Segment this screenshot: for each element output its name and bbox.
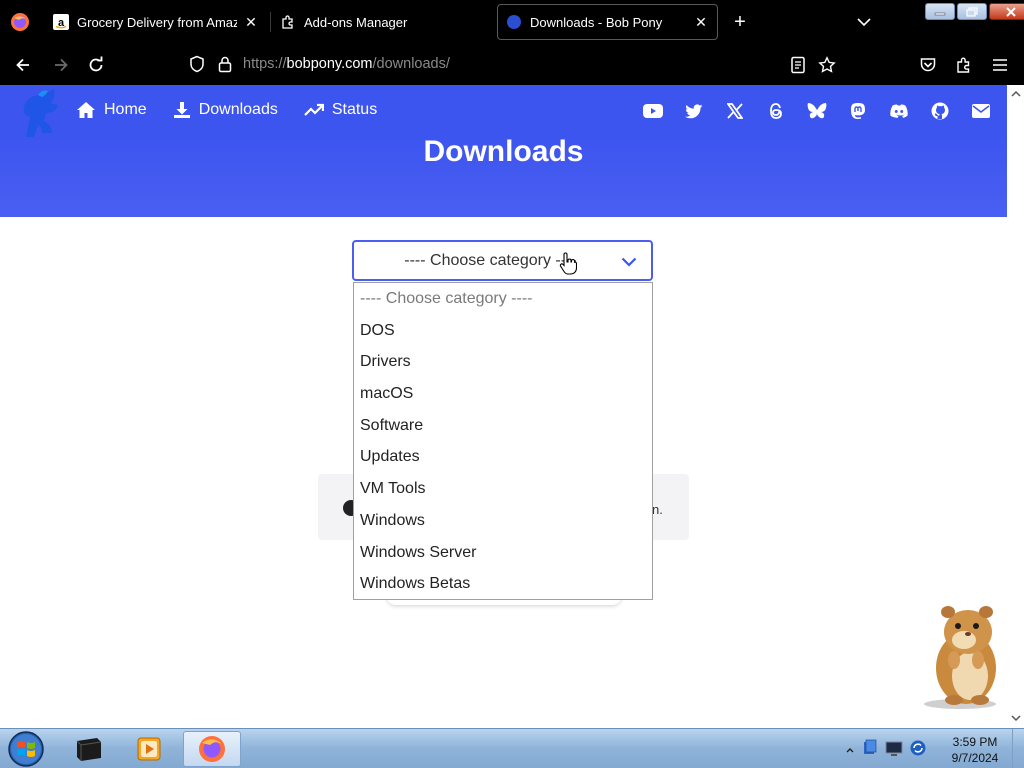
url-bar[interactable]: https://bobpony.com/downloads/ [180, 48, 780, 80]
tray-expand-icon[interactable] [845, 742, 855, 760]
taskbar-media-player-app[interactable] [120, 731, 178, 767]
tab-addons-manager[interactable]: Add-ons Manager [272, 4, 472, 40]
dropdown-option[interactable]: Updates [354, 441, 652, 473]
amazon-icon: a [53, 14, 69, 30]
youtube-icon[interactable] [643, 101, 663, 121]
display-icon[interactable] [885, 739, 903, 762]
restore-button[interactable] [957, 3, 987, 20]
back-arrow-icon[interactable] [12, 54, 34, 76]
url-text: https://bobpony.com/downloads/ [243, 56, 450, 72]
navigation-toolbar: https://bobpony.com/downloads/ [0, 44, 1024, 85]
nav-label: Home [104, 101, 147, 118]
dropdown-option[interactable]: Windows Betas [354, 568, 652, 600]
site-nav: Home Downloads Status [76, 101, 377, 119]
category-select[interactable]: ---- Choose category ---- [352, 240, 653, 281]
taskbar-firefox-app[interactable] [183, 731, 241, 767]
nav-status-link[interactable]: Status [304, 101, 377, 119]
mastodon-icon[interactable] [848, 101, 868, 121]
start-button[interactable] [6, 731, 46, 767]
twitter-icon[interactable] [684, 101, 704, 121]
dropdown-option[interactable]: Windows [354, 505, 652, 537]
download-icon [173, 102, 190, 118]
hamburger-menu-icon[interactable] [989, 54, 1011, 76]
windows-taskbar: 3:59 PM 9/7/2024 [0, 728, 1024, 768]
url-path: /downloads/ [372, 56, 450, 72]
firefox-icon [199, 736, 225, 762]
bobpony-icon [506, 14, 522, 30]
hand-cursor-icon [559, 252, 578, 281]
sync-icon[interactable] [909, 739, 927, 762]
select-value: ---- Choose category ---- [404, 251, 577, 269]
pocket-icon[interactable] [917, 54, 939, 76]
bookmark-star-icon[interactable] [816, 54, 838, 76]
social-links [643, 101, 991, 121]
x-icon[interactable] [725, 101, 745, 121]
dropdown-option[interactable]: Drivers [354, 346, 652, 378]
network-icon[interactable] [861, 739, 879, 762]
discord-icon[interactable] [889, 101, 909, 121]
close-window-button[interactable] [989, 3, 1024, 20]
dropdown-option[interactable]: Software [354, 410, 652, 442]
close-tab-icon[interactable]: ✕ [693, 14, 709, 30]
nav-label: Downloads [198, 101, 278, 118]
lock-icon[interactable] [214, 53, 236, 75]
system-tray [845, 739, 927, 762]
bluesky-icon[interactable] [807, 101, 827, 121]
page-scrollbar[interactable] [1007, 85, 1024, 728]
github-icon[interactable] [930, 101, 950, 121]
reader-view-icon[interactable] [787, 54, 809, 76]
tab-downloads-bobpony[interactable]: Downloads - Bob Pony ✕ [497, 4, 718, 40]
page-title: Downloads [423, 135, 584, 168]
shield-icon[interactable] [186, 53, 208, 75]
tab-amazon[interactable]: a Grocery Delivery from Amazon ✕ [45, 4, 267, 40]
scroll-down-icon[interactable] [1011, 713, 1021, 723]
chevron-down-icon [621, 254, 637, 272]
site-header: Home Downloads Status Downloads [0, 85, 1007, 217]
tab-title: Downloads - Bob Pony [530, 14, 663, 30]
dropdown-option[interactable]: Windows Server [354, 537, 652, 569]
hamster-mascot [918, 602, 1008, 710]
new-tab-button[interactable]: + [728, 10, 752, 34]
puzzle-icon [280, 14, 296, 30]
firefox-menu-icon[interactable] [10, 12, 30, 32]
dropdown-option[interactable]: ---- Choose category ---- [354, 283, 652, 315]
nav-label: Status [331, 101, 378, 118]
nav-downloads-link[interactable]: Downloads [173, 101, 278, 119]
dropdown-option[interactable]: VM Tools [354, 473, 652, 505]
tab-separator [270, 12, 271, 32]
category-dropdown-list: ---- Choose category ---- DOS Drivers ma… [353, 282, 653, 600]
dropdown-option[interactable]: DOS [354, 315, 652, 347]
scroll-up-icon[interactable] [1011, 89, 1021, 99]
media-player-icon [137, 737, 161, 761]
url-scheme: https:// [243, 56, 287, 72]
tab-bar: a Grocery Delivery from Amazon ✕ Add-ons… [0, 0, 1024, 44]
clock-date: 9/7/2024 [951, 751, 999, 765]
minimize-button[interactable] [925, 3, 955, 20]
close-tab-icon[interactable]: ✕ [243, 14, 259, 30]
window-controls [925, 3, 1024, 20]
nav-home-link[interactable]: Home [76, 101, 147, 119]
terminal-icon [76, 738, 102, 761]
clock-time: 3:59 PM [952, 735, 998, 749]
show-desktop-button[interactable] [1012, 729, 1024, 768]
forward-arrow-icon[interactable] [50, 54, 72, 76]
mail-icon[interactable] [971, 101, 991, 121]
dropdown-option[interactable]: macOS [354, 378, 652, 410]
url-host: bobpony.com [286, 56, 373, 72]
tab-title: Grocery Delivery from Amazon [77, 14, 237, 30]
extensions-icon[interactable] [953, 54, 975, 76]
info-text: n. [652, 502, 663, 517]
tab-title: Add-ons Manager [304, 14, 408, 30]
threads-icon[interactable] [766, 101, 786, 121]
reload-icon[interactable] [85, 54, 107, 76]
home-icon [77, 102, 95, 118]
taskbar-terminal-app[interactable] [60, 731, 118, 767]
taskbar-clock[interactable]: 3:59 PM 9/7/2024 [945, 734, 1005, 766]
trending-icon [304, 103, 324, 116]
list-tabs-chevron-icon[interactable] [852, 10, 876, 34]
bobpony-logo[interactable] [12, 87, 64, 139]
